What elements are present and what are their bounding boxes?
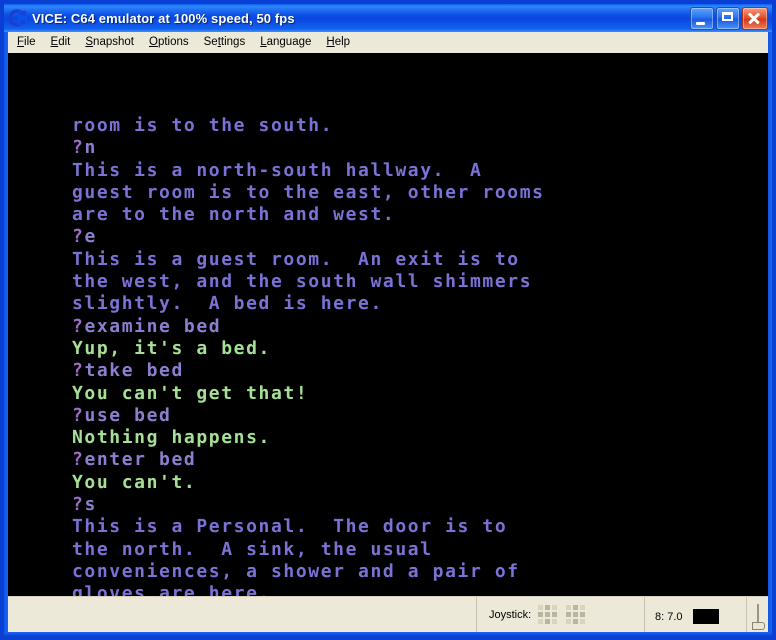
- menu-item-snapshot[interactable]: Snapshot: [78, 34, 142, 51]
- c64-output-line: gloves are here.: [72, 583, 271, 596]
- joystick-dot: [566, 612, 572, 617]
- c64-prompt-icon: ?: [72, 137, 85, 159]
- minimize-button[interactable]: [690, 6, 714, 30]
- joystick-dot: [580, 605, 586, 610]
- c64-input-line: ?use bed: [72, 404, 172, 426]
- joystick-dot: [545, 619, 551, 624]
- vice-emulator-window: VICE: C64 emulator at 100% speed, 50 fps…: [0, 0, 776, 640]
- menu-item-settings[interactable]: Settings: [197, 34, 254, 51]
- emulator-screen[interactable]: room is to the south. ?n This is a north-s…: [8, 53, 768, 596]
- joystick-dot: [552, 619, 558, 624]
- c64-output-line: This is a guest room. An exit is to: [72, 248, 520, 270]
- c64-input-line: ?n: [72, 137, 97, 159]
- c64-prompt-icon: ?: [72, 404, 85, 426]
- c64-output-line: You can't.: [72, 471, 197, 493]
- joystick-dot: [545, 612, 551, 617]
- menu-item-file[interactable]: File: [10, 34, 44, 51]
- c64-output-line: Nothing happens.: [72, 427, 271, 449]
- c64-text-output: room is to the south. ?n This is a north-s…: [72, 115, 545, 596]
- window-border-right: [768, 32, 772, 636]
- joystick-label: Joystick:: [489, 608, 532, 621]
- c64-prompt-icon: ?: [72, 494, 85, 516]
- joystick-dot: [538, 619, 544, 624]
- joystick-dot: [552, 612, 558, 617]
- c64-prompt-icon: ?: [72, 315, 85, 337]
- window-border-bottom: [4, 632, 772, 636]
- joystick-dot: [573, 612, 579, 617]
- joystick-dot: [552, 605, 558, 610]
- menu-item-help[interactable]: Help: [319, 34, 358, 51]
- c64-output-line: You can't get that!: [72, 382, 309, 404]
- window-title: VICE: C64 emulator at 100% speed, 50 fps: [32, 10, 295, 26]
- joystick-status[interactable]: Joystick:: [476, 597, 644, 636]
- commodore-c-icon: [8, 9, 27, 27]
- close-button[interactable]: [742, 6, 768, 30]
- c64-output-line: slightly. A bed is here.: [72, 293, 383, 315]
- joystick-port-2-indicator: [566, 605, 586, 624]
- status-bar: Joystick: 8: 7.0: [8, 596, 768, 636]
- c64-prompt-icon: ?: [72, 449, 85, 471]
- drive-status[interactable]: 8: 7.0: [644, 597, 746, 636]
- joystick-dot: [538, 605, 544, 610]
- c64-output-line: the north. A sink, the usual: [72, 538, 433, 560]
- c64-input-line: ?enter bed: [72, 449, 197, 471]
- c64-input-line: ?s: [72, 494, 97, 516]
- joystick-dot: [545, 605, 551, 610]
- joystick-dot: [580, 612, 586, 617]
- c64-output-line: Yup, it's a bed.: [72, 337, 271, 359]
- c64-input-line: ?take bed: [72, 360, 184, 382]
- window-border-left: [4, 32, 8, 636]
- menu-item-language[interactable]: Language: [253, 34, 319, 51]
- title-bar[interactable]: VICE: C64 emulator at 100% speed, 50 fps: [4, 4, 772, 32]
- joystick-dot: [566, 605, 572, 610]
- window-controls: [690, 6, 770, 30]
- c64-output-line: room is to the south.: [72, 115, 334, 136]
- c64-input-line: ?e: [72, 226, 97, 248]
- c64-output-line: are to the north and west.: [72, 204, 396, 226]
- c64-output-line: guest room is to the east, other rooms: [72, 181, 545, 203]
- joystick-dot: [566, 619, 572, 624]
- resize-grip[interactable]: [746, 597, 768, 636]
- drive-led-icon: [692, 609, 719, 624]
- c64-output-line: conveniences, a shower and a pair of: [72, 560, 520, 582]
- c64-output-line: the west, and the south wall shimmers: [72, 271, 533, 293]
- drive-label: 8: 7.0: [655, 610, 683, 623]
- menu-item-options[interactable]: Options: [142, 34, 197, 51]
- c64-prompt-icon: ?: [72, 360, 85, 382]
- resize-grip-icon: [751, 603, 765, 630]
- joystick-dot: [538, 612, 544, 617]
- status-pane-empty: [8, 597, 476, 636]
- joystick-dot: [573, 619, 579, 624]
- c64-input-line: ?examine bed: [72, 315, 222, 337]
- c64-display[interactable]: room is to the south. ?n This is a north-s…: [8, 53, 768, 596]
- joystick-dot: [580, 619, 586, 624]
- joystick-port-1-indicator: [538, 605, 558, 624]
- c64-prompt-icon: ?: [72, 226, 85, 248]
- c64-output-line: This is a Personal. The door is to: [72, 516, 508, 538]
- menu-item-edit[interactable]: Edit: [44, 34, 79, 51]
- maximize-button[interactable]: [716, 6, 740, 30]
- joystick-dot: [573, 605, 579, 610]
- c64-output-line: This is a north-south hallway. A: [72, 159, 483, 181]
- menu-bar: File Edit Snapshot Options Settings Lang…: [4, 32, 772, 53]
